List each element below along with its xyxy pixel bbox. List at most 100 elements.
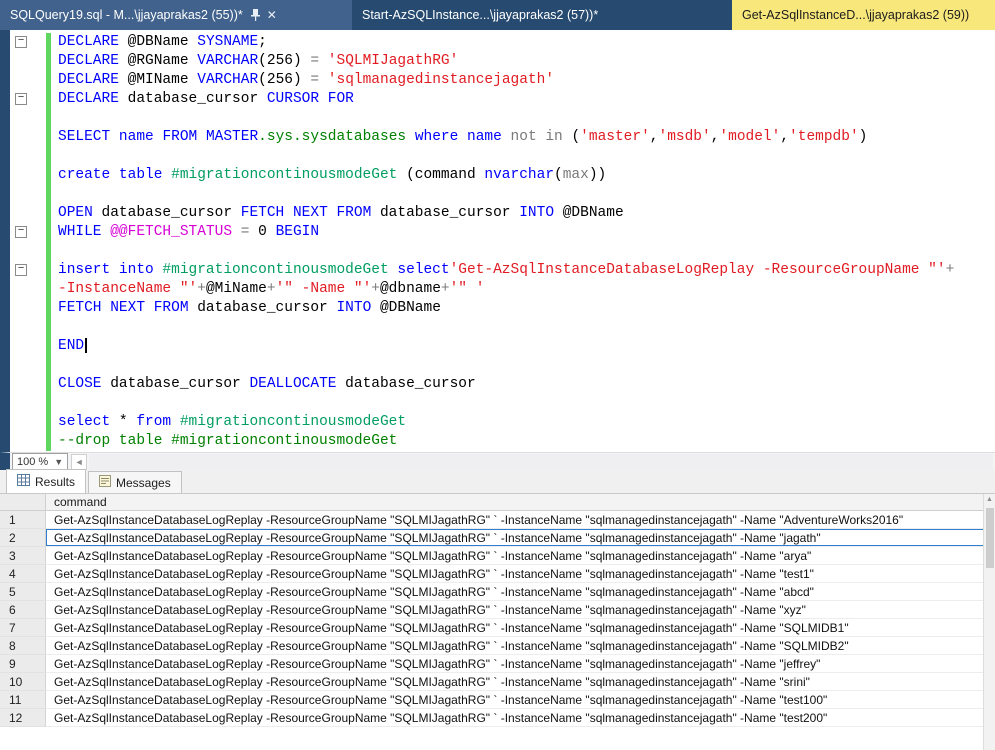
- result-row[interactable]: 1Get-AzSqlInstanceDatabaseLogReplay -Res…: [0, 511, 995, 529]
- code-line[interactable]: -InstanceName "'+@MiName+'" -Name "'+@db…: [10, 280, 995, 299]
- command-cell[interactable]: Get-AzSqlInstanceDatabaseLogReplay -Reso…: [46, 583, 995, 601]
- row-number[interactable]: 3: [0, 547, 46, 565]
- command-cell[interactable]: Get-AzSqlInstanceDatabaseLogReplay -Reso…: [46, 619, 995, 637]
- code-line[interactable]: [10, 318, 995, 337]
- results-grid-icon: [17, 474, 30, 489]
- command-cell[interactable]: Get-AzSqlInstanceDatabaseLogReplay -Reso…: [46, 565, 995, 583]
- fold-margin: [10, 52, 46, 71]
- scrollbar-thumb[interactable]: [986, 508, 994, 568]
- fold-margin: [10, 242, 46, 261]
- code-line[interactable]: −insert into #migrationcontinousmodeGet …: [10, 261, 995, 280]
- fold-margin: −: [10, 90, 46, 109]
- scroll-left-button[interactable]: ◄: [71, 454, 87, 470]
- code-line[interactable]: DECLARE @MIName VARCHAR(256) = 'sqlmanag…: [10, 71, 995, 90]
- command-cell[interactable]: Get-AzSqlInstanceDatabaseLogReplay -Reso…: [46, 601, 995, 619]
- code-line[interactable]: DECLARE @RGName VARCHAR(256) = 'SQLMIJag…: [10, 52, 995, 71]
- tab-sqlquery19[interactable]: SQLQuery19.sql - M...\jjayaprakas2 (55))…: [0, 0, 352, 30]
- sql-editor[interactable]: − DECLARE @DBName SYSNAME;DECLARE @RGName…: [0, 30, 995, 452]
- row-number[interactable]: 8: [0, 637, 46, 655]
- horizontal-scrollbar[interactable]: [89, 454, 993, 470]
- result-row[interactable]: 5Get-AzSqlInstanceDatabaseLogReplay -Res…: [0, 583, 995, 601]
- code-line[interactable]: − DECLARE @DBName SYSNAME;: [10, 33, 995, 52]
- command-cell[interactable]: Get-AzSqlInstanceDatabaseLogReplay -Reso…: [46, 529, 995, 547]
- code-text: -InstanceName "'+@MiName+'" -Name "'+@db…: [58, 280, 484, 299]
- close-icon[interactable]: ✕: [267, 8, 277, 22]
- text-caret: [85, 338, 87, 353]
- grid-corner-cell[interactable]: [0, 494, 46, 511]
- fold-toggle-icon[interactable]: −: [15, 36, 27, 48]
- scroll-up-icon[interactable]: ▲: [984, 494, 995, 506]
- code-line[interactable]: FETCH NEXT FROM database_cursor INTO @DB…: [10, 299, 995, 318]
- command-cell[interactable]: Get-AzSqlInstanceDatabaseLogReplay -Reso…: [46, 709, 995, 727]
- row-number[interactable]: 10: [0, 673, 46, 691]
- change-tracking-bar: [46, 166, 51, 185]
- result-row[interactable]: 9Get-AzSqlInstanceDatabaseLogReplay -Res…: [0, 655, 995, 673]
- result-row[interactable]: 11Get-AzSqlInstanceDatabaseLogReplay -Re…: [0, 691, 995, 709]
- tab-messages-label: Messages: [116, 476, 171, 490]
- row-number[interactable]: 6: [0, 601, 46, 619]
- code-line[interactable]: create table #migrationcontinousmodeGet …: [10, 166, 995, 185]
- code-line[interactable]: select * from #migrationcontinousmodeGet: [10, 413, 995, 432]
- tab-label: Start-AzSQLInstance...\jjayaprakas2 (57)…: [362, 8, 598, 22]
- zoom-control[interactable]: 100 % ▼: [12, 453, 68, 471]
- fold-toggle-icon[interactable]: −: [15, 226, 27, 238]
- code-line[interactable]: [10, 185, 995, 204]
- result-row[interactable]: 8Get-AzSqlInstanceDatabaseLogReplay -Res…: [0, 637, 995, 655]
- result-row[interactable]: 6Get-AzSqlInstanceDatabaseLogReplay -Res…: [0, 601, 995, 619]
- row-number[interactable]: 4: [0, 565, 46, 583]
- row-number[interactable]: 11: [0, 691, 46, 709]
- result-row[interactable]: 3Get-AzSqlInstanceDatabaseLogReplay -Res…: [0, 547, 995, 565]
- fold-toggle-icon[interactable]: −: [15, 264, 27, 276]
- fold-margin: [10, 185, 46, 204]
- change-tracking-bar: [46, 128, 51, 147]
- code-text: END: [58, 337, 87, 356]
- change-tracking-bar: [46, 71, 51, 90]
- command-cell[interactable]: Get-AzSqlInstanceDatabaseLogReplay -Reso…: [46, 637, 995, 655]
- chevron-down-icon: ▼: [54, 457, 63, 467]
- tab-get-azsqlinstance[interactable]: Get-AzSqlInstanceD...\jjayaprakas2 (59)): [732, 0, 995, 30]
- fold-toggle-icon[interactable]: −: [15, 93, 27, 105]
- command-cell[interactable]: Get-AzSqlInstanceDatabaseLogReplay -Reso…: [46, 655, 995, 673]
- command-cell[interactable]: Get-AzSqlInstanceDatabaseLogReplay -Reso…: [46, 673, 995, 691]
- code-line[interactable]: [10, 147, 995, 166]
- row-number[interactable]: 9: [0, 655, 46, 673]
- code-line[interactable]: [10, 242, 995, 261]
- code-text: DECLARE @DBName SYSNAME;: [58, 33, 267, 52]
- tab-messages[interactable]: Messages: [88, 471, 182, 493]
- code-line[interactable]: − DECLARE database_cursor CURSOR FOR: [10, 90, 995, 109]
- column-header-command[interactable]: command: [46, 494, 995, 511]
- code-text: DECLARE @MIName VARCHAR(256) = 'sqlmanag…: [58, 71, 554, 90]
- result-row[interactable]: 7Get-AzSqlInstanceDatabaseLogReplay -Res…: [0, 619, 995, 637]
- command-cell[interactable]: Get-AzSqlInstanceDatabaseLogReplay -Reso…: [46, 511, 995, 529]
- code-line[interactable]: −WHILE @@FETCH_STATUS = 0 BEGIN: [10, 223, 995, 242]
- result-row[interactable]: 12Get-AzSqlInstanceDatabaseLogReplay -Re…: [0, 709, 995, 727]
- code-line[interactable]: [10, 394, 995, 413]
- code-line[interactable]: CLOSE database_cursor DEALLOCATE databas…: [10, 375, 995, 394]
- result-row[interactable]: 2Get-AzSqlInstanceDatabaseLogReplay -Res…: [0, 529, 995, 547]
- code-line[interactable]: --drop table #migrationcontinousmodeGet: [10, 432, 995, 451]
- row-number[interactable]: 1: [0, 511, 46, 529]
- command-cell[interactable]: Get-AzSqlInstanceDatabaseLogReplay -Reso…: [46, 691, 995, 709]
- command-cell[interactable]: Get-AzSqlInstanceDatabaseLogReplay -Reso…: [46, 547, 995, 565]
- row-number[interactable]: 12: [0, 709, 46, 727]
- code-line[interactable]: [10, 109, 995, 128]
- code-line[interactable]: [10, 356, 995, 375]
- code-line[interactable]: OPEN database_cursor FETCH NEXT FROM dat…: [10, 204, 995, 223]
- code-line[interactable]: SELECT name FROM MASTER.sys.sysdatabases…: [10, 128, 995, 147]
- change-tracking-bar: [46, 356, 51, 375]
- fold-margin: [10, 204, 46, 223]
- code-line[interactable]: END: [10, 337, 995, 356]
- result-row[interactable]: 4Get-AzSqlInstanceDatabaseLogReplay -Res…: [0, 565, 995, 583]
- tab-start-azsqlinstance[interactable]: Start-AzSQLInstance...\jjayaprakas2 (57)…: [352, 0, 724, 30]
- pin-icon[interactable]: [251, 9, 260, 21]
- fold-margin: −: [10, 261, 46, 280]
- result-row[interactable]: 10Get-AzSqlInstanceDatabaseLogReplay -Re…: [0, 673, 995, 691]
- code-text: DECLARE database_cursor CURSOR FOR: [58, 90, 354, 109]
- vertical-scrollbar[interactable]: ▲: [983, 494, 995, 750]
- row-number[interactable]: 5: [0, 583, 46, 601]
- row-number[interactable]: 7: [0, 619, 46, 637]
- fold-margin: [10, 147, 46, 166]
- change-tracking-bar: [46, 280, 51, 299]
- tab-results[interactable]: Results: [6, 469, 86, 493]
- row-number[interactable]: 2: [0, 529, 46, 547]
